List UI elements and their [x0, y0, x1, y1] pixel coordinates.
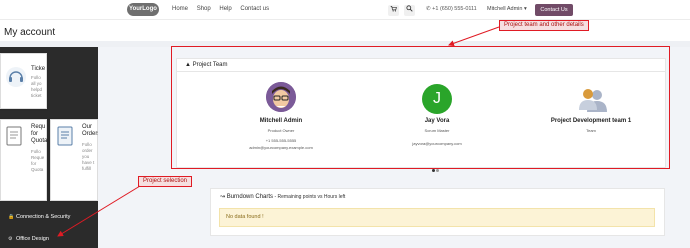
annotation-arrows	[57, 26, 500, 237]
arrow-to-office-design	[57, 185, 141, 237]
arrow-to-project-team	[448, 26, 500, 47]
